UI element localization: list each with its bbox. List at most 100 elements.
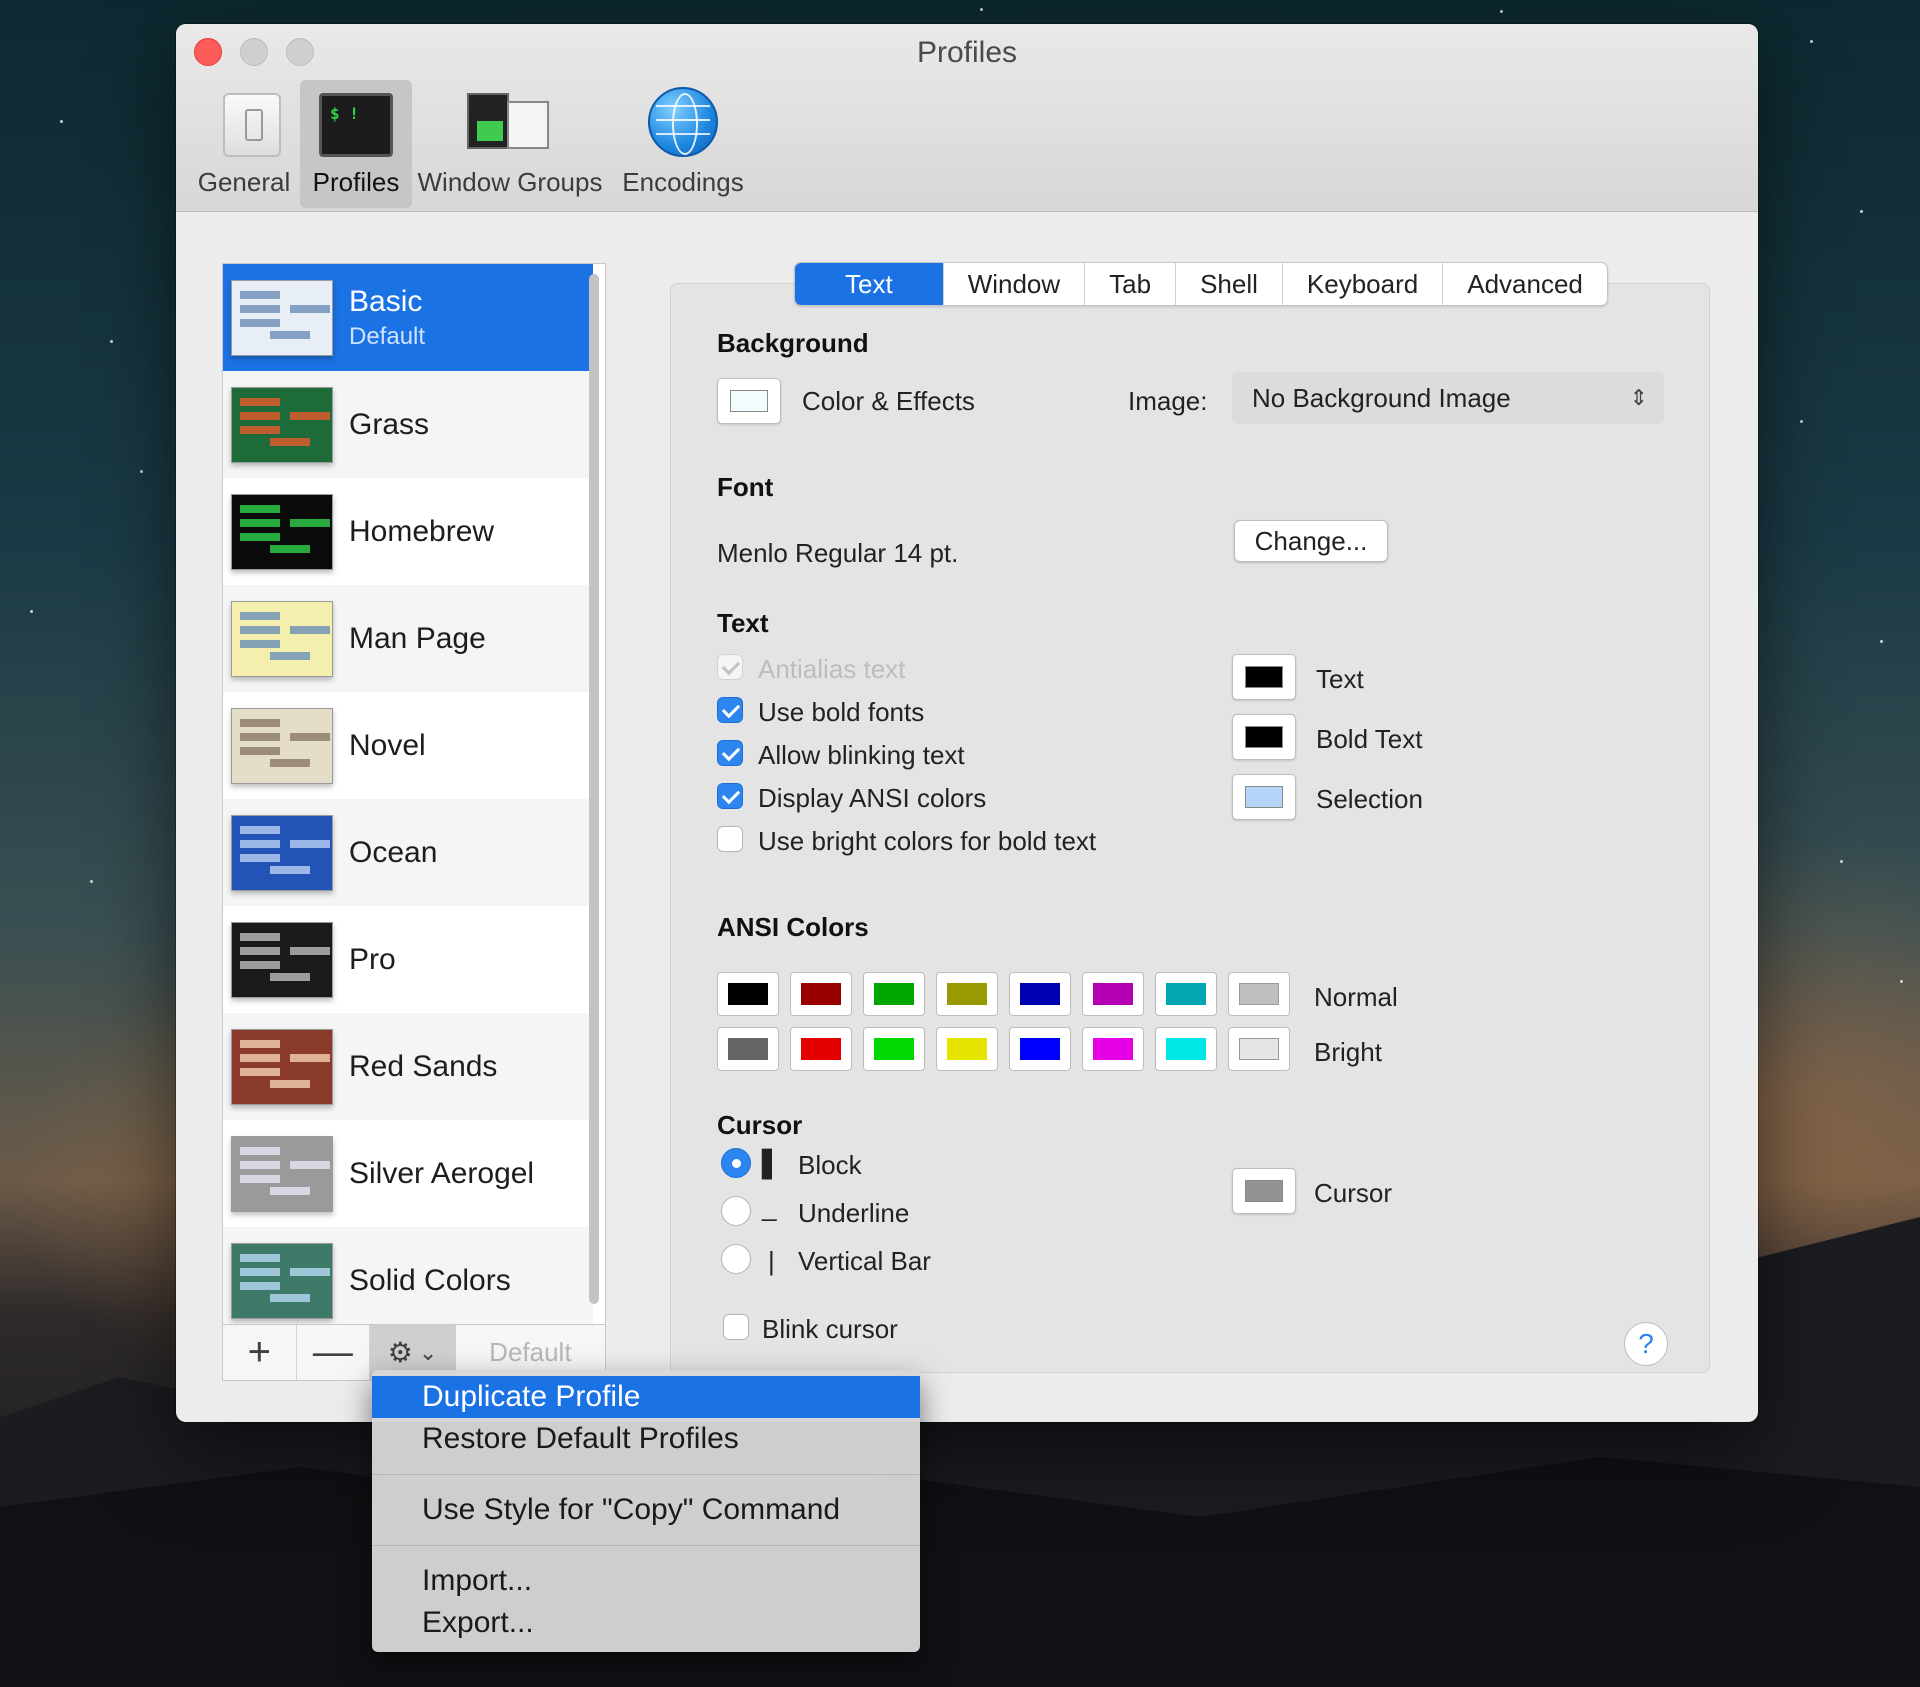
font-value: Menlo Regular 14 pt.: [717, 538, 959, 568]
profile-name: Novel: [349, 728, 426, 762]
profile-list: Basic Default Grass Homebrew Man Page Novel Oc…: [222, 263, 606, 1325]
text-header: Text: [717, 608, 769, 638]
toolbar-label: Window Groups: [417, 167, 603, 197]
background-image-value: No Background Image: [1252, 383, 1511, 413]
bold-text-color-swatch[interactable]: [1232, 714, 1296, 760]
ansi-bright-swatch[interactable]: [936, 1027, 998, 1071]
font-header: Font: [717, 472, 774, 502]
tab-shell[interactable]: Shell: [1176, 263, 1283, 305]
background-color-swatch[interactable]: [717, 378, 781, 424]
profile-thumbnail: [231, 814, 333, 891]
menu-export[interactable]: Export...: [372, 1602, 920, 1644]
menu-use-style-copy[interactable]: Use Style for "Copy" Command: [372, 1489, 920, 1531]
cursor-vertical-bar-label: Vertical Bar: [798, 1246, 931, 1276]
bright-bold-checkbox[interactable]: [717, 826, 743, 852]
profile-thumbnail: [231, 493, 333, 570]
profile-item[interactable]: Man Page: [223, 585, 593, 692]
ansi-bright-swatch[interactable]: [717, 1027, 779, 1071]
background-header: Background: [717, 328, 869, 358]
blinking-text-checkbox[interactable]: [717, 740, 743, 766]
ansi-normal-swatch[interactable]: [717, 972, 779, 1016]
ansi-colors-label: Display ANSI colors: [758, 783, 987, 813]
profile-list-scrollbar[interactable]: [589, 274, 599, 1304]
ansi-bright-swatch[interactable]: [790, 1027, 852, 1071]
terminal-icon: [319, 93, 393, 157]
menu-separator: [372, 1474, 920, 1475]
menu-duplicate-profile[interactable]: Duplicate Profile: [372, 1376, 920, 1418]
selection-color-swatch[interactable]: [1232, 774, 1296, 820]
cursor-block-radio[interactable]: [721, 1148, 751, 1178]
profile-name: Pro: [349, 942, 396, 976]
bold-fonts-label: Use bold fonts: [758, 697, 925, 727]
vertical-bar-cursor-icon: |: [768, 1246, 775, 1276]
ansi-normal-swatch[interactable]: [790, 972, 852, 1016]
tab-keyboard[interactable]: Keyboard: [1283, 263, 1444, 305]
bold-fonts-checkbox[interactable]: [717, 697, 743, 723]
tab-window[interactable]: Window: [944, 263, 1086, 305]
help-button[interactable]: ?: [1624, 1322, 1668, 1366]
profile-item[interactable]: Solid Colors: [223, 1227, 593, 1324]
toolbar-encodings[interactable]: Encodings: [608, 80, 758, 208]
ansi-normal-swatch[interactable]: [1009, 972, 1071, 1016]
profile-thumbnail: [231, 1135, 333, 1212]
globe-icon: [648, 87, 718, 157]
ansi-colors-checkbox[interactable]: [717, 783, 743, 809]
cursor-underline-radio[interactable]: [721, 1196, 751, 1226]
up-down-chevron-icon: ⇕: [1629, 385, 1648, 410]
window-groups-icon: [467, 93, 553, 157]
text-color: [1245, 666, 1283, 688]
profile-name: Solid Colors: [349, 1263, 511, 1297]
profile-thumbnail: [231, 386, 333, 463]
profile-item[interactable]: Basic Default: [223, 264, 593, 371]
cursor-color-swatch[interactable]: [1232, 1168, 1296, 1214]
profile-thumbnail: [231, 279, 333, 356]
cursor-color: [1245, 1180, 1283, 1202]
profile-item[interactable]: Novel: [223, 692, 593, 799]
toolbar-label: Encodings: [622, 167, 744, 197]
ansi-bright-swatch[interactable]: [1155, 1027, 1217, 1071]
toolbar-general[interactable]: General: [188, 80, 300, 208]
profile-item[interactable]: Red Sands: [223, 1013, 593, 1120]
profile-thumbnail: [231, 707, 333, 784]
image-label: Image:: [1128, 386, 1208, 416]
toolbar-profiles[interactable]: Profiles: [300, 80, 412, 208]
ansi-bright-swatch[interactable]: [1082, 1027, 1144, 1071]
ansi-normal-swatch[interactable]: [1228, 972, 1290, 1016]
cursor-header: Cursor: [717, 1110, 803, 1140]
blink-cursor-checkbox[interactable]: [723, 1314, 749, 1340]
ansi-normal-swatch[interactable]: [1155, 972, 1217, 1016]
cursor-underline-label: Underline: [798, 1198, 910, 1228]
profile-item[interactable]: Ocean: [223, 799, 593, 906]
menu-import[interactable]: Import...: [372, 1560, 920, 1602]
menu-restore-default-profiles[interactable]: Restore Default Profiles: [372, 1418, 920, 1460]
ansi-normal-swatch[interactable]: [863, 972, 925, 1016]
cursor-vertical-bar-radio[interactable]: [721, 1244, 751, 1274]
tab-tab[interactable]: Tab: [1085, 263, 1177, 305]
ansi-bright-swatch[interactable]: [863, 1027, 925, 1071]
profile-thumbnail: [231, 921, 333, 998]
change-font-button[interactable]: Change...: [1234, 520, 1388, 562]
ansi-normal-swatch[interactable]: [1082, 972, 1144, 1016]
profile-item[interactable]: Grass: [223, 371, 593, 478]
selection-color: [1245, 786, 1283, 808]
ansi-normal-swatch[interactable]: [936, 972, 998, 1016]
toolbar-window-groups[interactable]: Window Groups: [412, 80, 608, 208]
profile-name: Silver Aerogel: [349, 1156, 535, 1190]
tab-text[interactable]: Text: [795, 263, 944, 305]
add-profile-button[interactable]: +: [223, 1325, 297, 1380]
profile-item[interactable]: Silver Aerogel: [223, 1120, 593, 1227]
background-image-select[interactable]: No Background Image ⇕: [1232, 372, 1664, 424]
ansi-bright-swatch[interactable]: [1009, 1027, 1071, 1071]
ansi-bright-swatch[interactable]: [1228, 1027, 1290, 1071]
remove-profile-button[interactable]: —: [297, 1325, 371, 1380]
text-color-label: Text: [1316, 664, 1364, 694]
profile-thumbnail: [231, 1242, 333, 1319]
profile-item[interactable]: Pro: [223, 906, 593, 1013]
profile-name: Homebrew: [349, 514, 495, 548]
profile-item[interactable]: Homebrew: [223, 478, 593, 585]
tab-advanced[interactable]: Advanced: [1443, 263, 1607, 305]
blinking-text-label: Allow blinking text: [758, 740, 965, 770]
text-color-swatch[interactable]: [1232, 654, 1296, 700]
profile-thumbnail: [231, 1028, 333, 1105]
profile-default-label: Default: [349, 322, 426, 350]
